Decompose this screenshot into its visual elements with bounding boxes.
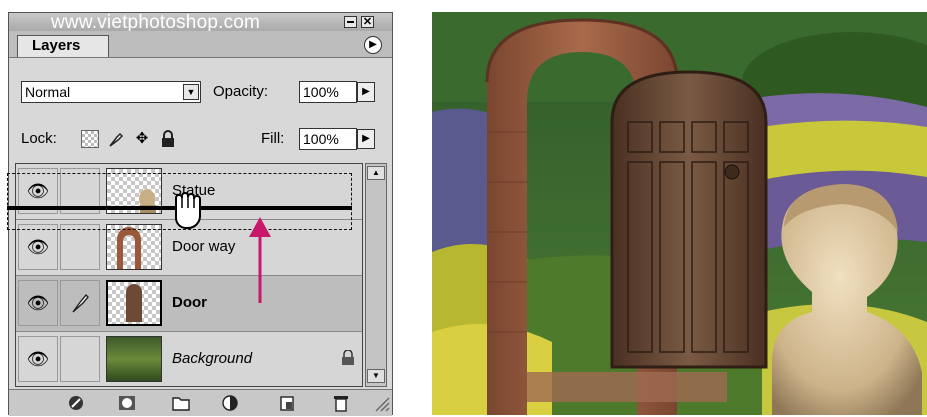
adjustment-icon[interactable] [221, 394, 241, 412]
scroll-down-button[interactable]: ▼ [367, 369, 385, 383]
close-button[interactable]: ✕ [361, 16, 374, 28]
panel-bottom-bar [9, 389, 392, 416]
layer-name: Door way [172, 238, 236, 255]
tab-row: Layers ▶ [9, 31, 392, 58]
fill-arrow-icon[interactable]: ▶ [357, 129, 375, 149]
layer-row-background[interactable]: 👁 Background [16, 332, 362, 386]
minimize-button[interactable] [344, 16, 357, 28]
blend-mode-value: Normal [25, 84, 71, 100]
link-cell[interactable] [60, 224, 100, 270]
new-layer-icon[interactable] [277, 394, 297, 412]
lock-icon [341, 349, 355, 366]
link-cell[interactable] [60, 336, 100, 382]
layer-thumbnail [106, 336, 162, 382]
mask-icon[interactable] [117, 394, 137, 412]
opacity-label: Opacity: [213, 83, 269, 100]
brush-icon[interactable] [60, 280, 100, 326]
blend-mode-select[interactable]: Normal ▼ [21, 81, 201, 103]
layer-style-icon[interactable] [67, 394, 87, 412]
layer-thumbnail [106, 280, 162, 326]
lock-paint-icon[interactable] [107, 130, 125, 148]
tab-layers[interactable]: Layers [17, 35, 109, 57]
scroll-up-button[interactable]: ▲ [367, 166, 385, 180]
fill-field[interactable]: 100% [299, 128, 357, 150]
hand-cursor-icon [168, 188, 208, 232]
new-set-icon[interactable] [171, 394, 191, 412]
trash-icon[interactable] [331, 394, 351, 412]
panel-menu-button[interactable]: ▶ [364, 36, 382, 54]
layer-name: Background [172, 350, 253, 367]
lock-all-icon[interactable] [159, 130, 177, 148]
eye-icon[interactable]: 👁 [18, 336, 58, 382]
fill-label: Fill: [261, 130, 285, 147]
lock-transparent-icon[interactable] [81, 130, 99, 148]
layers-scrollbar[interactable]: ▲ ▼ [365, 163, 387, 387]
layer-options: Normal ▼ Opacity: 100% ▶ Lock: ✥ Fill: 1… [9, 58, 392, 158]
opacity-field[interactable]: 100% [299, 81, 357, 103]
layer-row-door[interactable]: 👁 Door [16, 276, 362, 332]
composite-image [432, 12, 927, 415]
layer-name: Door [172, 294, 207, 311]
eye-icon[interactable]: 👁 [18, 280, 58, 326]
eye-icon[interactable]: 👁 [18, 224, 58, 270]
opacity-arrow-icon[interactable]: ▶ [357, 82, 375, 102]
resize-grip-icon[interactable] [371, 394, 391, 412]
drag-direction-arrow [245, 215, 275, 305]
lock-label: Lock: [21, 130, 57, 147]
lock-move-icon[interactable]: ✥ [133, 130, 151, 148]
chevron-down-icon[interactable]: ▼ [183, 84, 199, 100]
layer-thumbnail [106, 224, 162, 270]
panel-titlebar: www.vietphotoshop.com ✕ [9, 12, 392, 33]
